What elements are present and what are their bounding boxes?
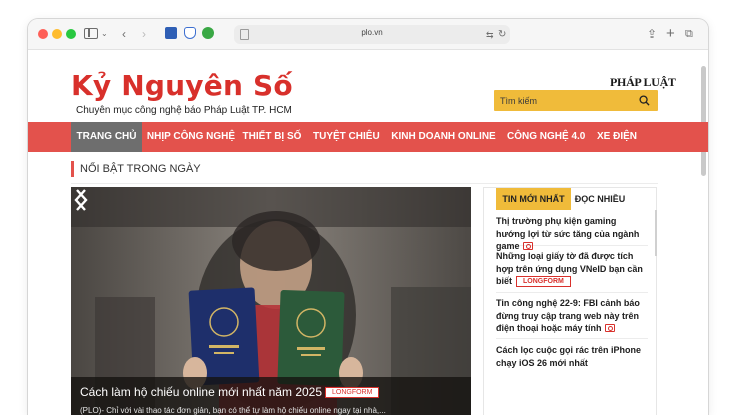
longform-badge: LONGFORM	[325, 387, 380, 398]
nav-item-thiet-bi-so[interactable]: THIẾT BỊ SỐ	[242, 122, 302, 152]
featured-title[interactable]: Cách làm hộ chiếu online mới nhất năm 20…	[80, 385, 322, 399]
featured-summary: (PLO)- Chỉ với vài thao tác đơn giản, bạ…	[80, 406, 386, 415]
address-text: plo.vn	[361, 28, 383, 37]
featured-caption: Cách làm hộ chiếu online mới nhất năm 20…	[71, 377, 471, 415]
news-item[interactable]: Thị trường phụ kiện gaming hướng lợi từ …	[496, 215, 648, 251]
camera-icon	[522, 242, 533, 250]
featured-article[interactable]: Cách làm hộ chiếu online mới nhất năm 20…	[71, 187, 471, 415]
browser-window: ⌄ ‹ › plo.vn ⇆ ↻ ⇪ + ⧉ Kỷ Nguyên Số Chuy…	[28, 19, 708, 415]
news-title[interactable]: Những loại giấy tờ đã được tích hợp trên…	[496, 250, 648, 288]
nav-item-cong-nghe-4[interactable]: CÔNG NGHỆ 4.0	[507, 122, 585, 152]
main-navigation: TRANG CHỦ NHỊP CÔNG NGHỆ THIẾT BỊ SỐ TUY…	[28, 122, 708, 152]
nav-item-nhip-cong-nghe[interactable]: NHỊP CÔNG NGHỆ	[144, 122, 238, 152]
section-divider	[71, 183, 658, 184]
search-box	[494, 90, 658, 111]
nav-item-trang-chu[interactable]: TRANG CHỦ	[71, 122, 142, 152]
phap-luat-logo[interactable]: PHÁP LUẬT	[610, 75, 676, 90]
news-title[interactable]: Thị trường phụ kiện gaming hướng lợi từ …	[496, 215, 648, 253]
nav-item-kinh-doanh-online[interactable]: KINH DOANH ONLINE	[390, 122, 497, 152]
page-scrollbar[interactable]	[701, 66, 706, 176]
nav-item-tuyet-chieu[interactable]: TUYỆT CHIÊU	[313, 122, 380, 152]
new-tab-icon[interactable]: +	[666, 26, 675, 42]
site-tagline: Chuyên mục công nghệ báo Pháp Luật TP. H…	[76, 105, 292, 116]
back-icon[interactable]: ‹	[122, 26, 126, 42]
web-page: Kỷ Nguyên Số Chuyên mục công nghệ báo Ph…	[28, 50, 708, 415]
news-item[interactable]: Tin công nghệ 22-9: FBI cảnh báo đừng tr…	[496, 297, 648, 339]
share-icon[interactable]: ⇪	[647, 26, 657, 42]
news-panel: TIN MỚI NHẤT ĐỌC NHIỀU Thị trường phụ ki…	[483, 187, 657, 415]
minimize-window-button[interactable]	[52, 29, 62, 39]
extension-icon[interactable]	[165, 27, 177, 39]
forward-icon[interactable]: ›	[142, 26, 146, 42]
news-item[interactable]: Cách lọc cuộc gọi rác trên iPhone chạy i…	[496, 344, 648, 372]
news-title-text: Thị trường phụ kiện gaming hướng lợi từ …	[496, 216, 640, 251]
section-title: NỔI BẬT TRONG NGÀY	[80, 163, 201, 175]
grammar-extension-icon[interactable]	[202, 27, 214, 39]
browser-toolbar: ⌄ ‹ › plo.vn ⇆ ↻ ⇪ + ⧉	[28, 19, 708, 50]
zoom-window-button[interactable]	[66, 29, 76, 39]
search-input[interactable]	[500, 94, 630, 107]
site-logo[interactable]: Kỷ Nguyên Số	[71, 69, 293, 102]
news-title[interactable]: Tin công nghệ 22-9: FBI cảnh báo đừng tr…	[496, 297, 648, 335]
address-bar[interactable]: plo.vn ⇆ ↻	[234, 25, 510, 44]
search-icon[interactable]	[639, 95, 650, 106]
longform-badge: LONGFORM	[516, 276, 571, 287]
news-item[interactable]: Những loại giấy tờ đã được tích hợp trên…	[496, 250, 648, 293]
panel-scrollbar[interactable]	[655, 210, 657, 256]
shield-icon[interactable]	[184, 27, 196, 39]
tab-doc-nhieu[interactable]: ĐỌC NHIỀU	[574, 188, 626, 210]
reload-icon[interactable]: ↻	[498, 27, 506, 43]
chevron-down-icon[interactable]: ⌄	[101, 26, 108, 42]
chevron-right-icon[interactable]	[71, 187, 91, 213]
camera-icon	[604, 324, 615, 332]
translate-icon[interactable]: ⇆	[486, 27, 494, 43]
sidebar-toggle-icon[interactable]	[84, 28, 98, 39]
nav-item-xe-dien[interactable]: XE ĐIỆN	[595, 122, 639, 152]
news-title[interactable]: Cách lọc cuộc gọi rác trên iPhone chạy i…	[496, 344, 648, 369]
tab-tin-moi-nhat[interactable]: TIN MỚI NHẤT	[496, 188, 571, 210]
close-window-button[interactable]	[38, 29, 48, 39]
tab-overview-icon[interactable]: ⧉	[685, 26, 693, 42]
news-title-text: Tin công nghệ 22-9: FBI cảnh báo đừng tr…	[496, 298, 640, 333]
section-accent	[71, 161, 74, 177]
